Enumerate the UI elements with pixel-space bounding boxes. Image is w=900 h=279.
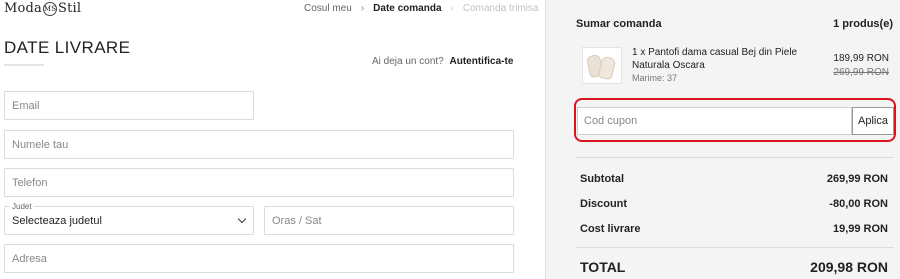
page-title: DATE LIVRARE	[4, 38, 131, 57]
county-select-value: Selecteaza judetul	[12, 214, 102, 227]
breadcrumb-order-data: Date comanda	[373, 3, 442, 14]
logo-text-right: Stil	[58, 1, 82, 16]
login-prompt-text: Ai deja un cont?	[372, 56, 444, 67]
total-value: 209,98 RON	[810, 259, 888, 275]
subtotal-value: 269,99 RON	[826, 173, 888, 185]
logo-mark-icon: MS	[43, 1, 58, 16]
summary-divider	[576, 157, 894, 158]
order-summary-panel: Sumar comanda 1 produs(e) 1 x Pantofi da…	[545, 0, 900, 279]
login-prompt: Ai deja un cont? Autentifica-te	[372, 56, 513, 67]
breadcrumb-cart[interactable]: Cosul meu	[304, 3, 352, 14]
total-divider	[576, 247, 894, 248]
product-old-price: 269,99 RON	[833, 67, 889, 78]
shipping-row: Cost livrare 19,99 RON	[580, 223, 888, 235]
checkout-breadcrumb: Cosul meu › Date comanda › Comanda trimi…	[304, 3, 538, 14]
discount-label: Discount	[580, 198, 628, 210]
chevron-right-icon: ›	[360, 3, 365, 14]
subtotal-label: Subtotal	[580, 173, 624, 185]
name-placeholder: Numele tau	[12, 138, 69, 151]
address-field[interactable]: Adresa	[4, 244, 514, 273]
phone-field[interactable]: Telefon	[4, 168, 514, 197]
county-select[interactable]: Selecteaza judetul	[4, 206, 254, 235]
city-placeholder: Oras / Sat	[272, 214, 322, 227]
shipping-label: Cost livrare	[580, 223, 641, 235]
site-logo[interactable]: Moda MS Stil	[4, 1, 81, 16]
delivery-panel: Moda MS Stil Cosul meu › Date comanda › …	[0, 0, 545, 279]
apply-coupon-button[interactable]: Aplica	[852, 107, 894, 135]
shipping-value: 19,99 RON	[832, 223, 888, 235]
coupon-placeholder: Cod cupon	[584, 115, 638, 127]
county-label: Judet	[10, 202, 34, 211]
grand-total-row: TOTAL 209,98 RON	[580, 259, 888, 275]
name-field[interactable]: Numele tau	[4, 130, 514, 159]
login-link[interactable]: Autentifica-te	[450, 56, 514, 67]
product-name: 1 x Pantofi dama casual Bej din Piele Na…	[632, 47, 798, 71]
city-field[interactable]: Oras / Sat	[264, 206, 514, 235]
chevron-right-icon: ›	[450, 3, 454, 14]
title-divider	[4, 64, 44, 66]
discount-value: -80,00 RON	[829, 198, 888, 210]
product-price: 189,99 RON	[833, 53, 889, 64]
breadcrumb-order-sent: Comanda trimisa	[462, 3, 539, 14]
subtotal-row: Subtotal 269,99 RON	[580, 173, 888, 185]
total-label: TOTAL	[580, 259, 626, 275]
product-size: Marime: 37	[632, 73, 678, 83]
chevron-down-icon	[237, 214, 247, 224]
coupon-input[interactable]: Cod cupon	[577, 107, 852, 135]
summary-title: Sumar comanda	[576, 18, 662, 30]
shoe-image	[585, 51, 619, 81]
address-placeholder: Adresa	[12, 252, 47, 265]
phone-placeholder: Telefon	[12, 176, 48, 189]
summary-item-count: 1 produs(e)	[833, 18, 893, 30]
logo-text-left: Moda	[4, 1, 43, 16]
product-thumbnail[interactable]	[582, 47, 622, 84]
email-field[interactable]: Email	[4, 91, 254, 120]
discount-row: Discount -80,00 RON	[580, 198, 888, 210]
email-placeholder: Email	[12, 99, 40, 112]
